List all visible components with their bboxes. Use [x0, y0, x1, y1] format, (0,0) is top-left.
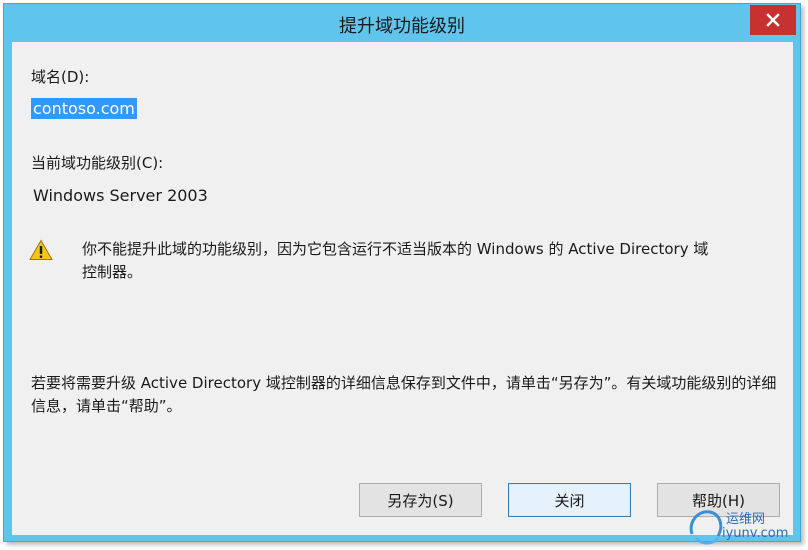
- site-watermark: 运维网 iyunv.com: [686, 504, 796, 548]
- domain-label: 域名(D):: [31, 68, 90, 86]
- watermark-logo-icon: [689, 510, 723, 545]
- domain-name-field[interactable]: contoso.com: [31, 98, 137, 119]
- close-window-button[interactable]: [750, 5, 796, 35]
- title-bar[interactable]: 提升域功能级别: [4, 4, 800, 42]
- close-button[interactable]: 关闭: [508, 483, 631, 517]
- window-title: 提升域功能级别: [339, 16, 465, 37]
- close-icon: [766, 13, 780, 27]
- save-as-button[interactable]: 另存为(S): [359, 483, 482, 517]
- dialog-content: 域名(D): contoso.com 当前域功能级别(C): Windows S…: [12, 42, 793, 535]
- current-level-value: Windows Server 2003: [33, 186, 208, 205]
- watermark-line2: iyunv.com: [722, 526, 789, 541]
- watermark-line1: 运维网: [726, 512, 766, 527]
- save-help-info: 若要将需要升级 Active Directory 域控制器的详细信息保存到文件中…: [31, 374, 777, 415]
- warning-message: 你不能提升此域的功能级别，因为它包含运行不适当版本的 Windows 的 Act…: [82, 240, 709, 281]
- dialog-window: 提升域功能级别 域名(D): contoso.com 当前域功能级别(C): W…: [3, 3, 801, 542]
- current-level-label: 当前域功能级别(C):: [31, 154, 164, 172]
- warning-icon: [29, 239, 53, 260]
